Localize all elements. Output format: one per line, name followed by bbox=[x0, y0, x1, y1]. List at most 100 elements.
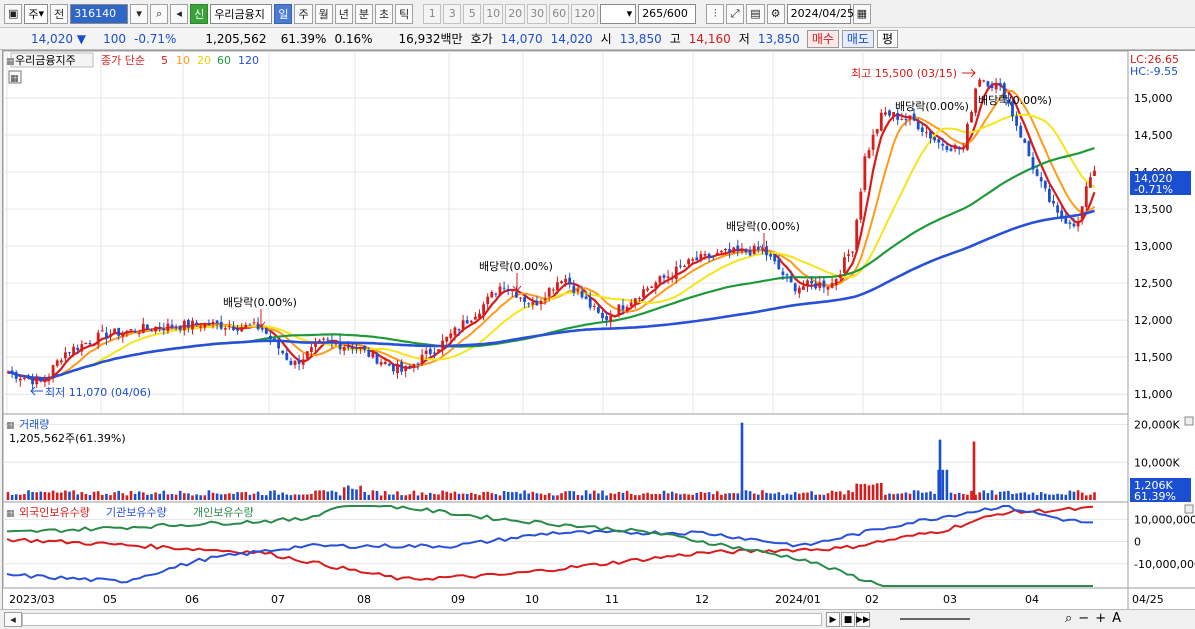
volume-bar bbox=[539, 493, 543, 500]
volume-bar bbox=[851, 492, 854, 500]
candle-body bbox=[961, 147, 965, 149]
candle-body bbox=[318, 340, 321, 342]
candle-body bbox=[687, 259, 690, 265]
candle-body bbox=[174, 327, 178, 329]
volume-bar bbox=[826, 493, 830, 500]
search-icon[interactable]: ⌕ bbox=[150, 3, 169, 24]
stop-icon[interactable]: ■ bbox=[841, 612, 855, 627]
minute-option[interactable]: 3 bbox=[443, 3, 462, 24]
legend-institution[interactable]: 기관보유수량 bbox=[106, 506, 167, 519]
tab-monthly[interactable]: 월 bbox=[314, 3, 333, 24]
volume-bar bbox=[703, 492, 707, 500]
volume-bar bbox=[789, 494, 793, 500]
legend-ma-20[interactable]: 20 bbox=[197, 54, 211, 67]
save-icon[interactable]: ▤ bbox=[746, 3, 765, 24]
tab-yearly[interactable]: 년 bbox=[334, 3, 353, 24]
legend-ma-5[interactable]: 5 bbox=[161, 54, 168, 67]
plus-icon[interactable]: + bbox=[1095, 611, 1106, 626]
count-input[interactable]: 265/600 bbox=[638, 3, 697, 24]
volume-bar bbox=[908, 493, 912, 500]
prev-button[interactable]: 전 bbox=[50, 3, 69, 24]
tab-tick[interactable]: 틱 bbox=[395, 3, 414, 24]
volume-bar bbox=[535, 493, 539, 500]
candle-body bbox=[654, 282, 658, 288]
volume-title[interactable]: 거래량 bbox=[19, 418, 49, 431]
candle-body bbox=[834, 279, 838, 286]
minute-option[interactable]: 10 bbox=[483, 3, 504, 24]
volume-bar bbox=[1060, 494, 1063, 500]
candle-body bbox=[523, 296, 526, 302]
speaker-icon[interactable]: ◂ bbox=[170, 3, 189, 24]
tab-daily[interactable]: 일 bbox=[274, 3, 293, 24]
stock-code-input[interactable]: 316140 bbox=[70, 3, 129, 24]
ask-label: 호가 bbox=[470, 32, 493, 46]
minute-option[interactable]: 5 bbox=[463, 3, 482, 24]
buy-button[interactable]: 매수 bbox=[806, 29, 839, 48]
panel-close-icon[interactable] bbox=[1184, 416, 1194, 426]
volume-bar bbox=[621, 492, 625, 500]
volume-bar bbox=[711, 494, 715, 500]
sell-button[interactable]: 매도 bbox=[841, 29, 874, 48]
period-select[interactable]: 주 ▾ bbox=[24, 3, 49, 24]
volume-bar bbox=[379, 495, 383, 500]
candle-body bbox=[568, 277, 572, 285]
eval-button[interactable]: 평 bbox=[877, 29, 899, 48]
date-input[interactable]: 2024/04/25 bbox=[786, 3, 854, 24]
volume-bar bbox=[1085, 495, 1088, 500]
tab-weekly[interactable]: 주 bbox=[294, 3, 313, 24]
legend-ma-120[interactable]: 120 bbox=[238, 54, 259, 67]
calendar-icon[interactable]: ▦ bbox=[852, 3, 871, 24]
minute-option[interactable]: 20 bbox=[505, 3, 526, 24]
volume-bar bbox=[679, 494, 682, 500]
minute-option[interactable]: 120 bbox=[571, 3, 599, 24]
custom-period-input[interactable]: ▾ bbox=[600, 3, 637, 24]
minus-icon[interactable]: − bbox=[1078, 611, 1089, 626]
candle-type-icon[interactable]: ⫶ bbox=[706, 3, 725, 24]
volume-bar bbox=[35, 492, 38, 500]
horizontal-scrollbar[interactable] bbox=[22, 613, 822, 626]
chart-area[interactable]: 15,00014,50014,00013,50013,00012,50012,0… bbox=[2, 50, 1195, 611]
legend-foreign[interactable]: 외국인보유수량 bbox=[19, 506, 90, 519]
dividend-label: 배당락(0.00%) bbox=[223, 296, 297, 309]
scroll-left-icon[interactable]: ◂ bbox=[4, 612, 22, 627]
candle-body bbox=[519, 297, 522, 299]
trendline-icon[interactable]: ⤢ bbox=[726, 3, 745, 24]
candle-body bbox=[859, 191, 863, 220]
volume-bar bbox=[166, 494, 170, 500]
legend-stock-name[interactable]: 우리금융지주 bbox=[15, 54, 76, 67]
font-size-icon[interactable]: A bbox=[1112, 611, 1121, 626]
volume-bar bbox=[412, 490, 416, 500]
legend-ma-10[interactable]: 10 bbox=[176, 54, 190, 67]
open-label: 시 bbox=[600, 32, 612, 46]
gear-icon[interactable]: ⚙ bbox=[766, 3, 785, 24]
volume-bar bbox=[986, 493, 990, 500]
volume-bar bbox=[761, 490, 764, 500]
minute-option[interactable]: 1 bbox=[423, 3, 442, 24]
play-icon[interactable]: ▶ bbox=[826, 612, 840, 627]
volume-bar bbox=[1048, 494, 1051, 500]
legend-ma-60[interactable]: 60 bbox=[217, 54, 231, 67]
code-dropdown-icon[interactable]: ▾ bbox=[130, 3, 149, 24]
volume-bar bbox=[839, 491, 842, 500]
volume-bar bbox=[707, 492, 711, 500]
volume-bar bbox=[765, 492, 768, 500]
tab-second[interactable]: 초 bbox=[374, 3, 394, 24]
volume-bar bbox=[137, 491, 141, 500]
window-icon[interactable]: ▣ bbox=[4, 3, 23, 24]
volume-bar bbox=[642, 493, 645, 500]
candle-body bbox=[970, 111, 973, 123]
tab-minute[interactable]: 분 bbox=[354, 3, 373, 24]
legend-ma-label[interactable]: 종가 단순 bbox=[101, 54, 145, 67]
legend-individual[interactable]: 개인보유수량 bbox=[193, 506, 254, 519]
volume-bar bbox=[498, 495, 502, 500]
volume-bar bbox=[146, 494, 149, 500]
zoom-slider[interactable] bbox=[900, 618, 970, 620]
candle-body bbox=[642, 289, 645, 298]
panel-close-icon[interactable] bbox=[1184, 504, 1194, 514]
zoom-out-search-icon[interactable]: ⌕ bbox=[1065, 611, 1072, 626]
candle-body bbox=[72, 346, 75, 355]
minute-option[interactable]: 60 bbox=[549, 3, 570, 24]
fast-forward-icon[interactable]: ▶▶ bbox=[856, 612, 870, 627]
minute-option[interactable]: 30 bbox=[527, 3, 548, 24]
candle-body bbox=[720, 250, 723, 253]
